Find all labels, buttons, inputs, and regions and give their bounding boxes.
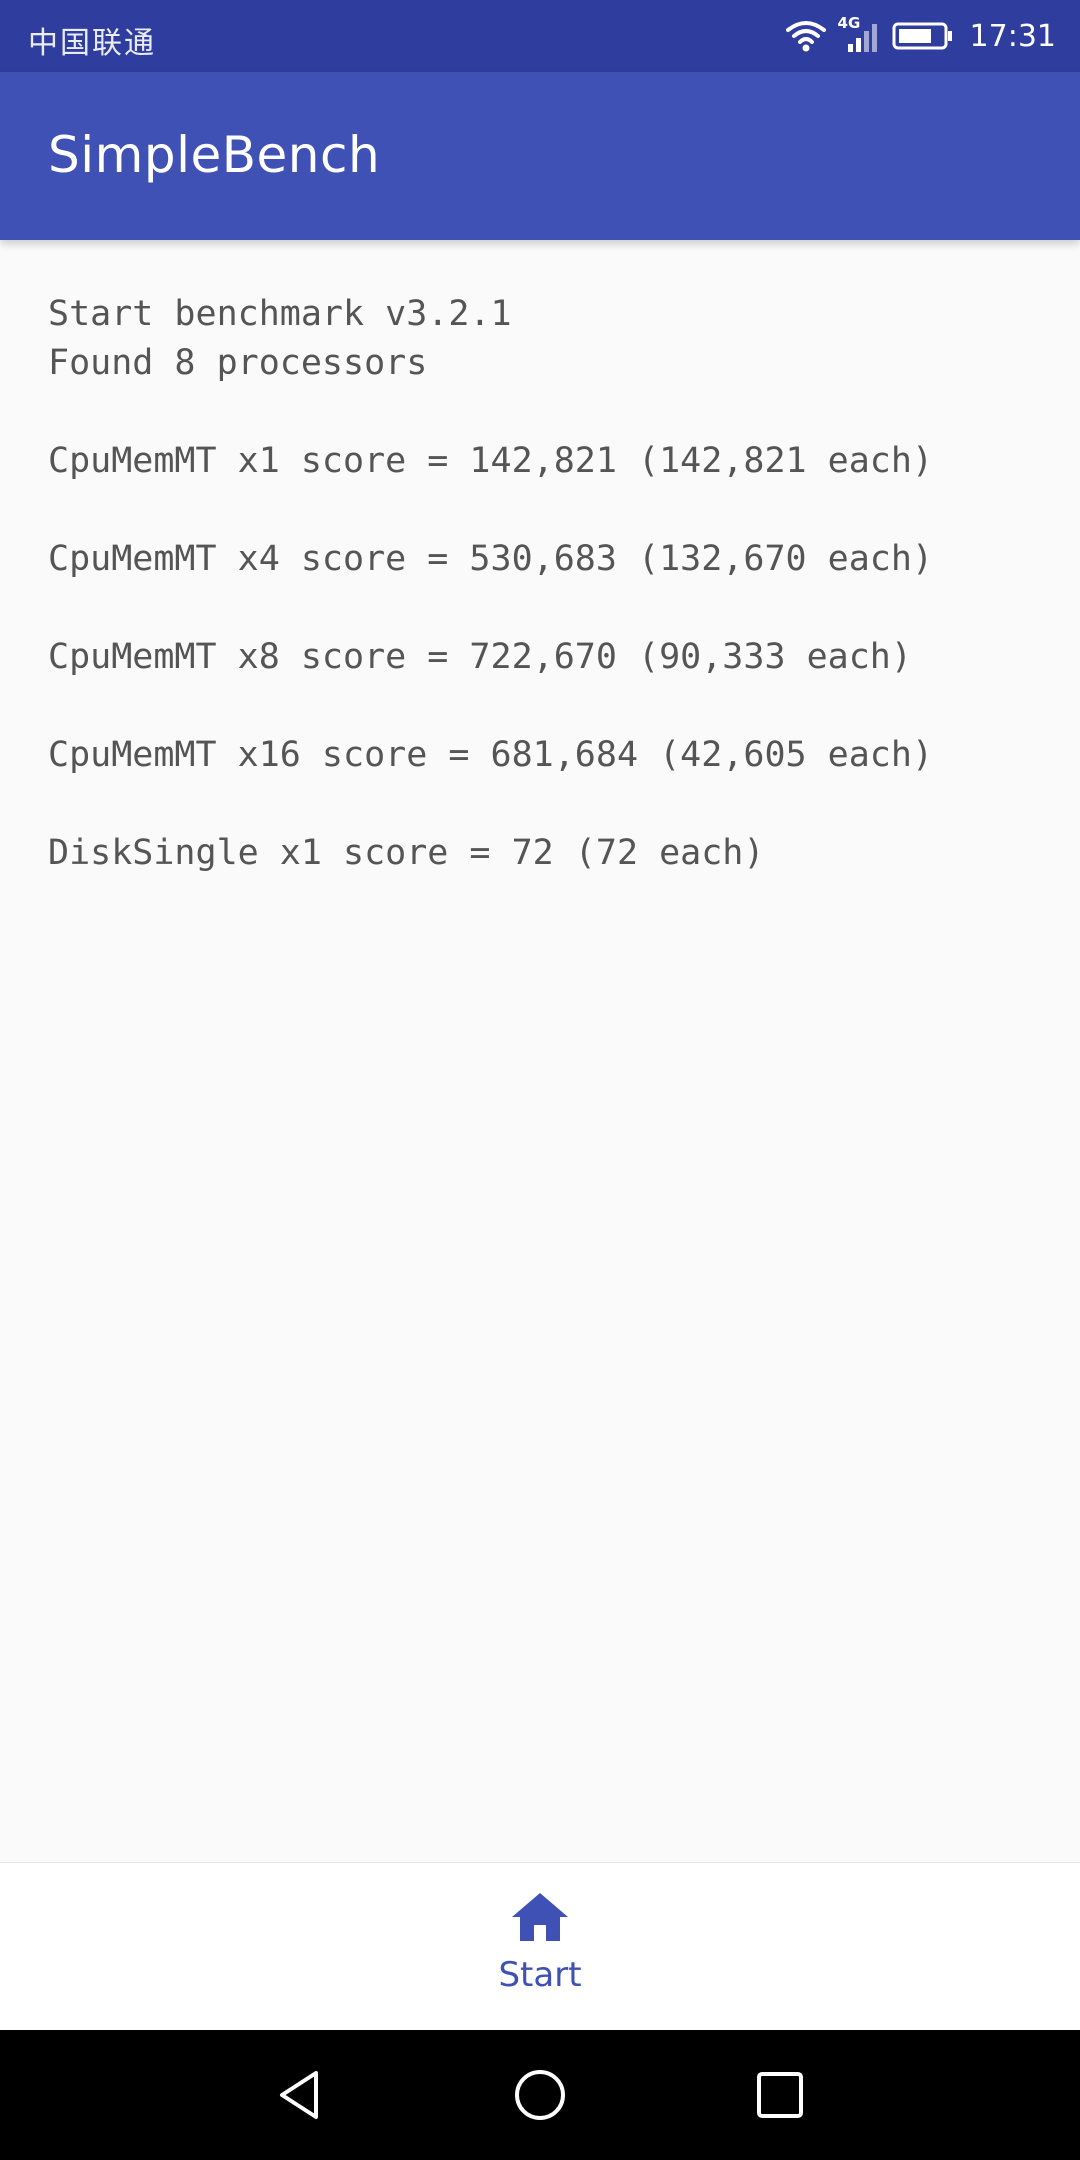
result-line: CpuMemMT x4 score = 530,683 (132,670 eac… [48,539,934,579]
back-icon[interactable] [272,2067,328,2123]
network-type-label: 4G [837,14,861,32]
result-line: Start benchmark v3.2.1 [48,294,512,334]
benchmark-results: Start benchmark v3.2.1 Found 8 processor… [48,290,1048,878]
wifi-icon [784,18,828,54]
cellular-signal-icon: 4G [838,14,882,54]
home-icon [510,1889,570,1949]
recents-icon[interactable] [752,2067,808,2123]
battery-icon [892,21,954,51]
result-line: DiskSingle x1 score = 72 (72 each) [48,833,765,873]
result-line: CpuMemMT x8 score = 722,670 (90,333 each… [48,637,912,677]
carrier-name: 中国联通 [28,26,156,61]
app-bar: SimpleBench [0,72,1080,240]
app-title: SimpleBench [48,126,381,184]
status-bar: 中国联通 4G 17:31 [0,0,1080,72]
home-circle-icon[interactable] [512,2067,568,2123]
nav-item-label: Start [498,1955,582,1995]
result-line: Found 8 processors [48,343,428,383]
status-icons: 4G 17:31 [784,14,1056,58]
clock: 17:31 [969,18,1056,54]
result-line: CpuMemMT x1 score = 142,821 (142,821 eac… [48,441,934,481]
result-line: CpuMemMT x16 score = 681,684 (42,605 eac… [48,735,934,775]
system-navigation-bar [0,2030,1080,2160]
nav-item-start[interactable]: Start [0,1863,1080,2031]
bottom-navigation: Start [0,1862,1080,2031]
